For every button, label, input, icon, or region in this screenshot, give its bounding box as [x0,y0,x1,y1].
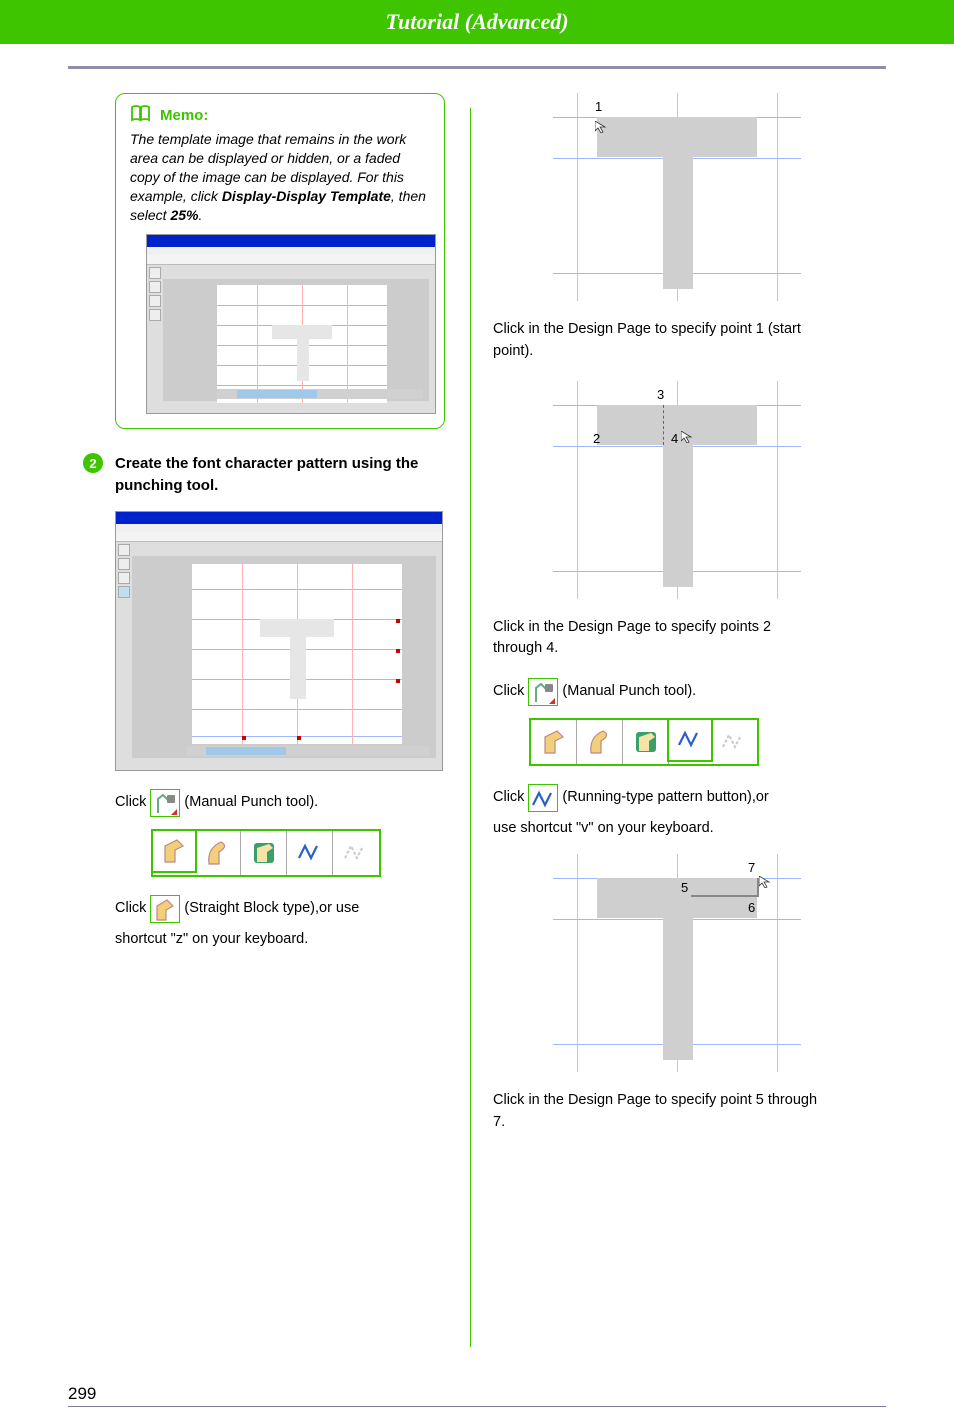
click-text-3: Click [493,681,524,703]
click-text-4: Click [493,787,524,809]
design-page-1: 1 [553,93,801,301]
step-2-badge: 2 [83,453,103,473]
point-3-label: 3 [657,387,664,402]
step-2-number: 2 [89,456,96,471]
point-5-label: 5 [681,880,688,895]
screenshot-display-template [146,234,436,414]
running-pattern-icon [528,784,558,812]
tool-feed-pattern[interactable] [711,720,757,764]
step-2: 2 Create the font character pattern usin… [115,453,445,497]
point-4-label: 4 [671,431,678,446]
design-page-3: 5 6 7 [553,854,801,1072]
cursor-icon [681,431,693,443]
manual-punch-icon [150,789,180,817]
straight-block-text-1: (Straight Block type),or use [184,898,359,920]
point-1-label: 1 [595,99,602,114]
running-text-2: use shortcut "v" on your keyboard. [493,820,714,836]
memo-header: Memo: [130,104,430,126]
caption-d3: Click in the Design Page to specify poin… [493,1090,823,1134]
tool-curved-block[interactable] [195,831,241,875]
tool-running-pattern[interactable] [287,831,333,875]
click-straight-block: Click (Straight Block type),or use [115,895,445,923]
click-manual-punch-left: Click (Manual Punch tool). [115,789,445,817]
content: Memo: The template image that remains in… [115,93,886,1134]
straight-block-icon [150,895,180,923]
tool-region-block[interactable] [241,831,287,875]
step-2-title: Create the font character pattern using … [115,453,445,497]
design-page-2: 3 2 4 [553,381,801,599]
memo-bold-2: 25% [170,207,198,223]
footer: 299 [68,1384,886,1407]
click-manual-punch-right: Click (Manual Punch tool). [493,678,823,706]
right-column: 1 Click in the Design Page to specify po… [493,93,823,1134]
left-column: Memo: The template image that remains in… [115,93,445,1134]
punch-toolbar-left [151,829,381,877]
memo-title: Memo: [160,107,208,124]
running-text-1: (Running-type pattern button),or [562,787,768,809]
tool-straight-block[interactable] [531,720,577,764]
manual-punch-text: (Manual Punch tool). [184,792,318,814]
click-running-pattern: Click (Running-type pattern button),or [493,784,823,812]
memo-box: Memo: The template image that remains in… [115,93,445,429]
tool-feed-pattern[interactable] [333,831,379,875]
column-divider [470,108,471,1347]
screenshot-punching-tool [115,511,443,771]
page-number: 299 [68,1384,96,1403]
footer-rule [68,1406,886,1407]
straight-block-tail: shortcut "z" on your keyboard. [115,931,445,947]
header-rule [68,66,886,69]
point-6-label: 6 [748,900,755,915]
cursor-icon [595,121,607,133]
memo-bold-1: Display-Display Template [222,188,391,204]
page-header: Tutorial (Advanced) [0,0,954,44]
cursor-icon [759,876,771,888]
point-7-label: 7 [748,860,755,875]
click-text: Click [115,792,146,814]
point-2-label: 2 [593,431,600,446]
running-tail: use shortcut "v" on your keyboard. [493,820,823,836]
tool-region-block[interactable] [623,720,669,764]
book-icon [130,104,152,126]
straight-block-text-2: shortcut "z" on your keyboard. [115,931,308,947]
memo-text-3: . [199,207,203,223]
click-text-2: Click [115,898,146,920]
caption-d2: Click in the Design Page to specify poin… [493,617,823,661]
caption-d1: Click in the Design Page to specify poin… [493,319,823,363]
punch-toolbar-right [529,718,759,766]
page-header-title: Tutorial (Advanced) [385,9,568,34]
manual-punch-icon [528,678,558,706]
tool-straight-block[interactable] [151,829,197,873]
manual-punch-text-r: (Manual Punch tool). [562,681,696,703]
memo-body: The template image that remains in the w… [130,130,430,224]
tool-running-pattern[interactable] [667,718,713,762]
tool-curved-block[interactable] [577,720,623,764]
